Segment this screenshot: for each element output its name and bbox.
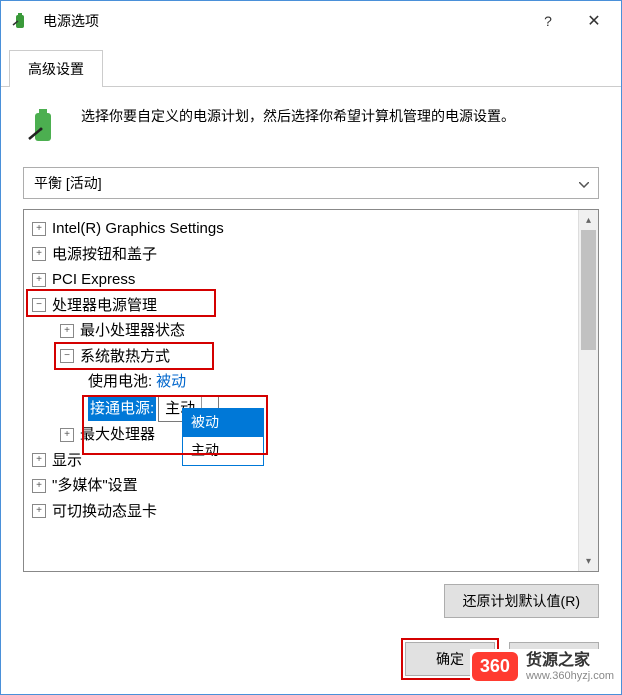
- collapse-icon[interactable]: −: [60, 349, 74, 363]
- settings-tree[interactable]: + Intel(R) Graphics Settings + 电源按钮和盖子 +…: [24, 210, 578, 571]
- plan-combo-value: 平衡 [活动]: [34, 173, 102, 193]
- tab-content: 选择你要自定义的电源计划，然后选择你希望计算机管理的电源设置。 平衡 [活动] …: [1, 87, 621, 630]
- expand-icon[interactable]: +: [32, 222, 46, 236]
- expand-icon[interactable]: +: [32, 247, 46, 261]
- tree-item-multimedia[interactable]: + "多媒体"设置: [28, 473, 574, 499]
- expand-icon[interactable]: +: [32, 453, 46, 467]
- scroll-down-arrow[interactable]: ▾: [579, 551, 598, 571]
- watermark: 360 货源之家 www.360hyzj.com: [470, 649, 616, 685]
- expand-icon[interactable]: +: [32, 479, 46, 493]
- battery-icon: [23, 105, 65, 147]
- scroll-up-arrow[interactable]: ▴: [579, 210, 598, 230]
- tab-advanced[interactable]: 高级设置: [9, 50, 103, 87]
- tree-item-intel-graphics[interactable]: + Intel(R) Graphics Settings: [28, 216, 574, 242]
- intro-row: 选择你要自定义的电源计划，然后选择你希望计算机管理的电源设置。: [23, 105, 599, 147]
- tree-item-pci-express[interactable]: + PCI Express: [28, 267, 574, 293]
- cooling-dropdown-list[interactable]: 被动 主动: [182, 408, 264, 466]
- watermark-badge: 360: [472, 652, 518, 681]
- watermark-title: 货源之家: [526, 651, 614, 670]
- titlebar: 电源选项 ? ✕: [1, 1, 621, 41]
- tree-item-power-buttons[interactable]: + 电源按钮和盖子: [28, 242, 574, 268]
- restore-defaults-button[interactable]: 还原计划默认值(R): [444, 584, 599, 618]
- expand-icon[interactable]: +: [32, 504, 46, 518]
- tree-prop-on-battery[interactable]: 使用电池: 被动: [28, 369, 574, 395]
- dropdown-option[interactable]: 被动: [183, 409, 263, 437]
- tree-item-cooling-policy[interactable]: − 系统散热方式: [28, 344, 574, 370]
- tree-prop-plugged-in[interactable]: 接通电源: 主动: [28, 395, 574, 423]
- expand-icon[interactable]: +: [60, 428, 74, 442]
- vertical-scrollbar[interactable]: ▴ ▾: [578, 210, 598, 571]
- restore-row: 还原计划默认值(R): [23, 584, 599, 618]
- window-title: 电源选项: [43, 11, 525, 31]
- selected-property-label: 接通电源:: [88, 396, 156, 422]
- power-icon: [11, 11, 31, 31]
- expand-icon[interactable]: +: [60, 324, 74, 338]
- tabstrip: 高级设置: [1, 41, 621, 87]
- scroll-thumb[interactable]: [581, 230, 596, 350]
- expand-icon[interactable]: +: [32, 273, 46, 287]
- watermark-url: www.360hyzj.com: [526, 670, 614, 683]
- settings-tree-container: + Intel(R) Graphics Settings + 电源按钮和盖子 +…: [23, 209, 599, 572]
- tree-item-switchable-graphics[interactable]: + 可切换动态显卡: [28, 499, 574, 525]
- tree-item-display[interactable]: + 显示: [28, 448, 574, 474]
- dropdown-option[interactable]: 主动: [183, 437, 263, 465]
- collapse-icon[interactable]: −: [32, 298, 46, 312]
- tree-item-cpu-power[interactable]: − 处理器电源管理: [28, 293, 574, 319]
- chevron-down-icon: [574, 175, 594, 191]
- dialog-window: 电源选项 ? ✕ 高级设置 选择你要自定义的电源计划，然后选择你希望计算机管理的…: [0, 0, 622, 695]
- plan-combo[interactable]: 平衡 [活动]: [23, 167, 599, 199]
- close-button[interactable]: ✕: [571, 5, 617, 37]
- help-button[interactable]: ?: [525, 5, 571, 37]
- intro-text: 选择你要自定义的电源计划，然后选择你希望计算机管理的电源设置。: [81, 105, 515, 147]
- tree-item-min-cpu-state[interactable]: + 最小处理器状态: [28, 318, 574, 344]
- tree-item-max-cpu-state[interactable]: + 最大处理器: [28, 422, 574, 448]
